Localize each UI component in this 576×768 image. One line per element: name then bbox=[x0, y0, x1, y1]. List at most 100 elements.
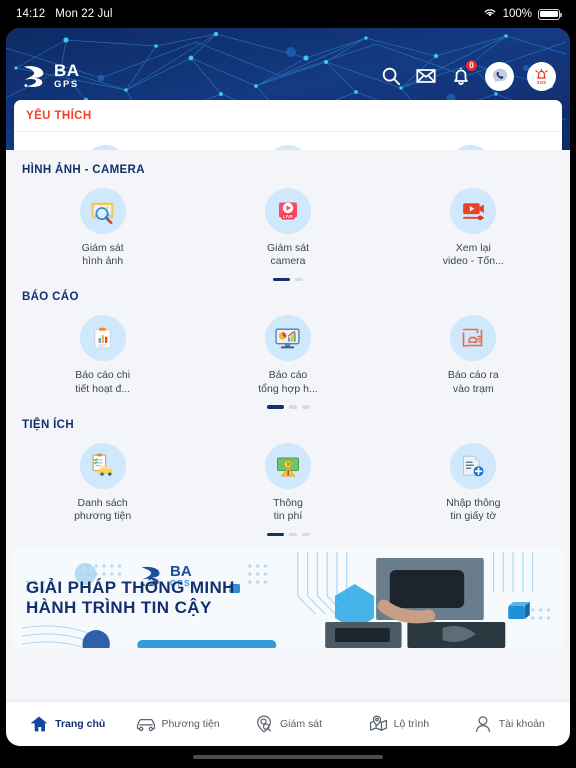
pagination-dot[interactable] bbox=[288, 532, 297, 537]
menu-item-label: Giám sát camera bbox=[266, 242, 309, 268]
menu-item-label: Giám sát hình ảnh bbox=[81, 242, 124, 268]
menu-item-label: Thông tin phí bbox=[273, 496, 303, 523]
menu-item-thong-tin-phi[interactable]: Thông tin phí bbox=[195, 442, 380, 524]
menu-item-danh-sach-phuong-tien[interactable]: Danh sách phương tiện bbox=[10, 442, 195, 524]
menu-item-bao-cao-chi-tiet[interactable]: Báo cáo chi tiết hoạt đ... bbox=[10, 315, 195, 396]
pagination-dot[interactable] bbox=[266, 405, 284, 409]
pagination-dot[interactable] bbox=[266, 532, 284, 537]
logo-primary-text: BA bbox=[54, 61, 80, 81]
status-bar-left: 14:12 Mon 22 Jul bbox=[16, 8, 113, 20]
nav-item-label: Phương tiện bbox=[161, 718, 220, 730]
menu-item-giam-sat-camera[interactable]: LIVE Giám sát camera bbox=[195, 188, 380, 269]
car-icon bbox=[135, 714, 156, 734]
menu-item-bao-cao-ra-vao-tram[interactable]: Báo cáo ra vào trạm bbox=[381, 315, 566, 396]
menu-item-label: Nhập thông tin giấy tờ bbox=[446, 496, 501, 523]
favorites-grid: Thêm Gi bbox=[14, 132, 562, 150]
monitor-dashboard-icon bbox=[264, 315, 311, 362]
nav-item-label: Giám sát bbox=[280, 718, 323, 730]
ba-gps-mark-icon bbox=[23, 66, 44, 87]
header-icon-group: 0 SOS bbox=[380, 59, 556, 91]
station-report-icon bbox=[450, 315, 497, 362]
nav-item-label: Trang chủ bbox=[55, 718, 106, 730]
menu-item-nhap-thong-tin-giay-to[interactable]: Nhập thông tin giấy tờ bbox=[381, 442, 566, 524]
pin-search-icon bbox=[254, 714, 274, 734]
app-header: BA GPS 0 SOS YÊU THÍCH bbox=[6, 28, 570, 150]
favorite-item-giam-sat[interactable]: Giám sát bbox=[197, 145, 380, 150]
bell-icon[interactable]: 0 bbox=[450, 59, 478, 87]
menu-item-bao-cao-tong-hop[interactable]: Báo cáo tổng hợp h... bbox=[195, 315, 380, 396]
app-logo: BA GPS bbox=[20, 62, 80, 90]
nav-item-trang-chu[interactable]: Trang chủ bbox=[12, 714, 122, 734]
app-logo-text: BA GPS bbox=[54, 62, 80, 90]
route-pin-icon bbox=[449, 145, 492, 150]
section-pagination[interactable] bbox=[10, 269, 566, 292]
banner-logo-primary: BA bbox=[170, 563, 192, 581]
home-indicator-area bbox=[0, 746, 576, 768]
video-replay-icon bbox=[450, 188, 497, 234]
clipboard-chart-icon bbox=[79, 315, 126, 362]
menu-item-label: Xem lại video - Tốn... bbox=[442, 242, 504, 268]
favorite-item-them[interactable]: Thêm bbox=[14, 145, 197, 150]
banner-line2: HÀNH TRÌNH TIN CẬY bbox=[26, 598, 212, 618]
image-search-icon bbox=[79, 188, 126, 234]
sos-icon[interactable]: SOS bbox=[527, 61, 556, 91]
section-grid: Danh sách phương tiện Thông tin phí Nhập… bbox=[10, 435, 566, 524]
header-toolbar: BA GPS 0 SOS bbox=[6, 54, 570, 98]
notification-badge: 0 bbox=[465, 59, 478, 72]
battery-full-icon bbox=[538, 8, 562, 20]
status-bar-right: 100% bbox=[483, 7, 562, 21]
banner-headline: GIẢI PHÁP THÔNG MINH HÀNH TRÌNH TIN CẬY bbox=[26, 578, 235, 618]
nav-item-lo-trinh[interactable]: Lộ trình bbox=[343, 714, 453, 734]
section-grid: Giám sát hình ảnh LIVE Giám sát camera X… bbox=[10, 180, 566, 269]
pagination-dot[interactable] bbox=[301, 405, 310, 409]
section-pagination[interactable] bbox=[10, 396, 566, 419]
phone-icon[interactable] bbox=[485, 61, 514, 91]
nav-item-label: Tài khoản bbox=[498, 718, 545, 730]
vehicle-list-icon bbox=[79, 442, 126, 489]
menu-item-label: Báo cáo chi tiết hoạt đ... bbox=[75, 369, 131, 395]
section-pagination[interactable] bbox=[10, 524, 566, 547]
status-date: Mon 22 Jul bbox=[55, 8, 113, 20]
menu-item-label: Báo cáo ra vào trạm bbox=[447, 369, 499, 395]
status-time: 14:12 bbox=[16, 8, 46, 20]
pagination-dot[interactable] bbox=[273, 277, 290, 282]
nav-item-phuong-tien[interactable]: Phương tiện bbox=[122, 714, 232, 734]
svg-text:LIVE: LIVE bbox=[283, 214, 293, 219]
pagination-dot[interactable] bbox=[295, 277, 303, 282]
pagination-dot[interactable] bbox=[288, 405, 297, 409]
nav-item-tai-khoan[interactable]: Tài khoản bbox=[454, 714, 564, 734]
menu-item-xem-lai-video[interactable]: Xem lại video - Tốn... bbox=[381, 188, 566, 269]
logo-secondary-text: GPS bbox=[54, 79, 79, 91]
wifi-icon bbox=[483, 7, 497, 21]
live-camera-icon: LIVE bbox=[264, 188, 311, 234]
nav-item-giam-sat[interactable]: Giám sát bbox=[233, 714, 343, 734]
map-search-icon bbox=[267, 145, 309, 150]
star-plus-icon bbox=[84, 145, 127, 150]
section-title: TIỆN ÍCH bbox=[22, 418, 74, 431]
banner-line1: GIẢI PHÁP THÔNG MINH bbox=[26, 578, 235, 598]
favorite-item-lo-trinh[interactable]: Lộ trình bbox=[379, 145, 562, 150]
search-icon[interactable] bbox=[380, 65, 402, 87]
home-content: HÌNH ẢNH - CAMERA Giám sát hình ảnh LIVE… bbox=[6, 150, 570, 702]
add-document-icon bbox=[450, 442, 497, 489]
menu-item-label: Báo cáo tổng hợp h... bbox=[258, 369, 318, 395]
mail-icon[interactable] bbox=[415, 65, 437, 87]
promo-banner[interactable]: BA GPS GIẢI PHÁP THÔNG MINH HÀNH TRÌNH T… bbox=[12, 548, 564, 649]
battery-percent: 100% bbox=[502, 8, 532, 20]
home-indicator[interactable] bbox=[193, 755, 383, 759]
nav-item-label: Lộ trình bbox=[393, 718, 430, 730]
section-grid: Báo cáo chi tiết hoạt đ... Báo cáo tổng … bbox=[10, 307, 566, 396]
section-title: BÁO CÁO bbox=[22, 291, 79, 304]
fee-info-icon bbox=[264, 442, 311, 489]
status-bar: 14:12 Mon 22 Jul 100% bbox=[0, 0, 576, 28]
section-bao-cao: BÁO CÁO Báo cáo chi tiết hoạt đ... Báo c… bbox=[6, 291, 570, 418]
bottom-navigation: Trang chủ Phương tiện Giám sát Lộ trình … bbox=[6, 702, 570, 746]
favorites-title: YÊU THÍCH bbox=[14, 100, 562, 132]
section-title: HÌNH ẢNH - CAMERA bbox=[22, 164, 145, 176]
sos-label: SOS bbox=[536, 79, 547, 85]
menu-item-label: Danh sách phương tiện bbox=[74, 496, 132, 523]
menu-item-giam-sat-hinh-anh[interactable]: Giám sát hình ảnh bbox=[10, 188, 195, 269]
pagination-dot[interactable] bbox=[301, 532, 310, 537]
favorites-card: YÊU THÍCH Thêm bbox=[14, 100, 562, 150]
app-screen: BA GPS 0 SOS YÊU THÍCH HÌNH ẢNH - CAMERA… bbox=[6, 28, 570, 746]
